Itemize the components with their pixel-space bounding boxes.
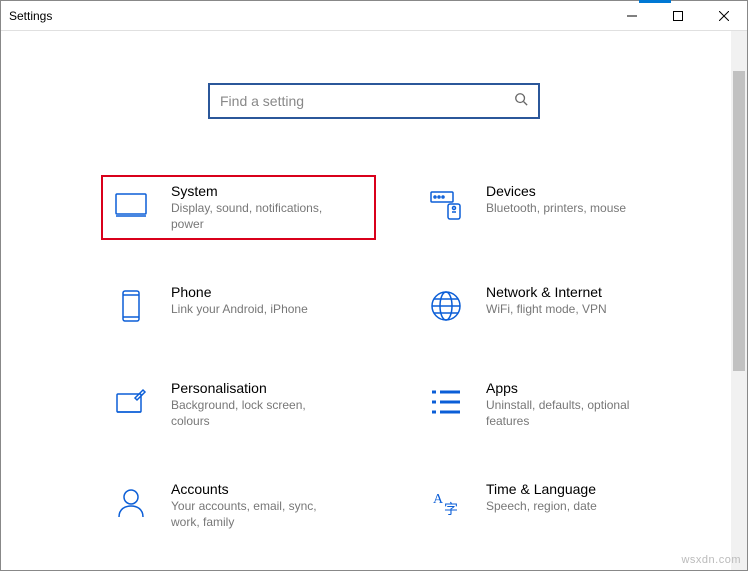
card-desc: Link your Android, iPhone xyxy=(171,302,308,318)
phone-icon xyxy=(109,284,153,328)
svg-text:A: A xyxy=(433,492,444,507)
card-system[interactable]: System Display, sound, notifications, po… xyxy=(101,175,376,240)
card-devices[interactable]: Devices Bluetooth, printers, mouse xyxy=(416,175,691,240)
scroll-thumb[interactable] xyxy=(733,71,745,371)
personalisation-icon xyxy=(109,380,153,424)
watermark: wsxdn.com xyxy=(681,554,741,566)
apps-icon xyxy=(424,380,468,424)
maximize-button[interactable] xyxy=(655,1,701,31)
card-desc: Bluetooth, printers, mouse xyxy=(486,201,626,217)
card-title: System xyxy=(171,183,341,199)
card-desc: Speech, region, date xyxy=(486,499,597,515)
minimize-button[interactable] xyxy=(609,1,655,31)
network-icon xyxy=(424,284,468,328)
card-title: Apps xyxy=(486,380,656,396)
search-container xyxy=(1,83,747,119)
window-controls xyxy=(609,1,747,31)
search-icon xyxy=(514,92,528,111)
close-button[interactable] xyxy=(701,1,747,31)
accounts-icon xyxy=(109,481,153,525)
card-desc: Display, sound, notifications, power xyxy=(171,201,341,232)
card-desc: Uninstall, defaults, optional features xyxy=(486,398,656,429)
system-icon xyxy=(109,183,153,227)
card-desc: Your accounts, email, sync, work, family xyxy=(171,499,341,530)
card-title: Personalisation xyxy=(171,380,341,396)
card-accounts[interactable]: Accounts Your accounts, email, sync, wor… xyxy=(101,473,376,538)
search-box[interactable] xyxy=(208,83,540,119)
card-title: Time & Language xyxy=(486,481,597,497)
scrollbar[interactable] xyxy=(731,31,747,570)
card-apps[interactable]: Apps Uninstall, defaults, optional featu… xyxy=(416,372,691,437)
devices-icon xyxy=(424,183,468,227)
card-title: Devices xyxy=(486,183,626,199)
accent-strip xyxy=(639,0,671,3)
card-personalisation[interactable]: Personalisation Background, lock screen,… xyxy=(101,372,376,437)
titlebar: Settings xyxy=(1,1,747,31)
window-title: Settings xyxy=(1,9,52,23)
content-area: System Display, sound, notifications, po… xyxy=(1,31,747,570)
search-input[interactable] xyxy=(220,93,514,109)
card-time[interactable]: A字 Time & Language Speech, region, date xyxy=(416,473,691,538)
time-language-icon: A字 xyxy=(424,481,468,525)
card-title: Phone xyxy=(171,284,308,300)
settings-grid: System Display, sound, notifications, po… xyxy=(1,119,747,539)
card-network[interactable]: Network & Internet WiFi, flight mode, VP… xyxy=(416,276,691,336)
card-desc: WiFi, flight mode, VPN xyxy=(486,302,607,318)
svg-text:字: 字 xyxy=(444,502,458,518)
card-desc: Background, lock screen, colours xyxy=(171,398,341,429)
card-title: Accounts xyxy=(171,481,341,497)
card-phone[interactable]: Phone Link your Android, iPhone xyxy=(101,276,376,336)
card-title: Network & Internet xyxy=(486,284,607,300)
